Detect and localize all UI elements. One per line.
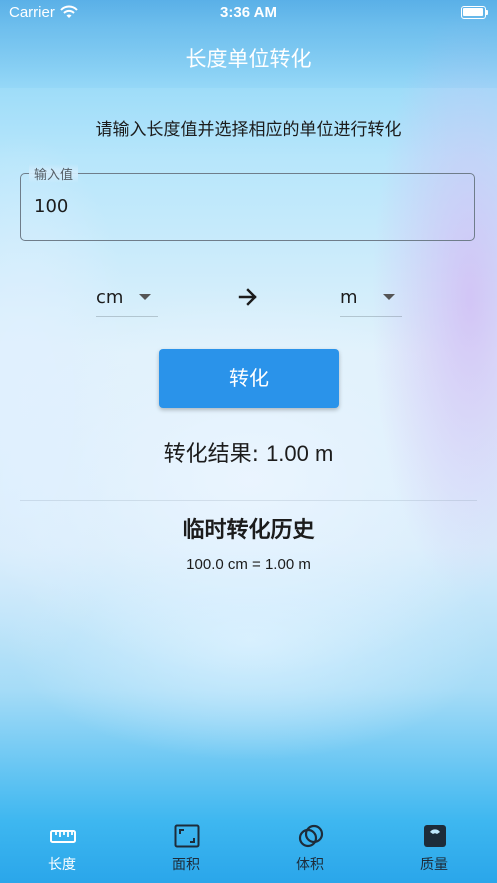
to-unit-value: m [340, 287, 358, 308]
status-bar: Carrier 3:36 AM [0, 0, 497, 26]
arrow-right-icon [236, 285, 260, 309]
conversion-result: 转化结果: 1.00 m [0, 436, 497, 468]
nav-item-volume[interactable]: 体积 [248, 812, 372, 883]
nav-item-length[interactable]: 长度 [0, 812, 124, 883]
nav-item-area[interactable]: 面积 [124, 812, 248, 883]
from-unit-dropdown[interactable]: cm [96, 280, 158, 317]
result-label: 转化结果: [163, 442, 267, 467]
scale-icon [422, 823, 448, 849]
to-unit-dropdown[interactable]: m [340, 280, 402, 317]
bottom-nav: 长度 面积 体积 质量 [0, 812, 497, 883]
ruler-icon [50, 823, 76, 849]
divider [20, 500, 477, 501]
dropdown-arrow-icon [383, 294, 395, 300]
nav-label: 面积 [172, 857, 200, 873]
length-input-value[interactable]: 100 [34, 196, 68, 217]
from-unit-value: cm [96, 287, 124, 308]
length-input-field[interactable]: 输入值 100 [20, 164, 475, 241]
result-value: 1.00 m [266, 441, 334, 466]
nav-label: 体积 [296, 857, 324, 873]
app-bar: 长度单位转化 [0, 26, 497, 88]
input-label: 输入值 [29, 164, 79, 183]
nav-item-mass[interactable]: 质量 [372, 812, 496, 883]
volume-icon [298, 823, 324, 849]
convert-button[interactable]: 转化 [159, 349, 339, 408]
status-time: 3:36 AM [220, 4, 277, 21]
nav-label: 质量 [420, 857, 448, 873]
page-title: 长度单位转化 [185, 47, 312, 71]
area-icon [174, 823, 200, 849]
dropdown-arrow-icon [139, 294, 151, 300]
history-title: 临时转化历史 [182, 518, 315, 543]
instruction-text: 请输入长度值并选择相应的单位进行转化 [95, 120, 402, 140]
history-item: 100.0 cm = 1.00 m [186, 556, 311, 573]
nav-label: 长度 [48, 857, 76, 873]
battery-icon [461, 6, 489, 19]
